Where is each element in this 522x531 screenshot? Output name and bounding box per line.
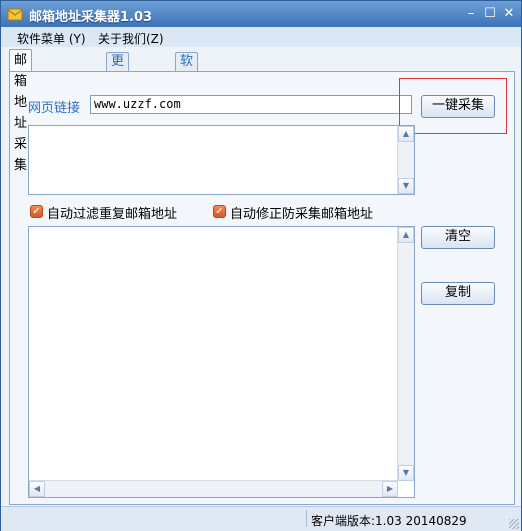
resize-grip-icon[interactable] bbox=[509, 519, 519, 529]
minimize-icon[interactable]: – bbox=[463, 6, 479, 22]
url-list-area[interactable]: ▲ ▼ bbox=[28, 125, 415, 195]
scroll-left-icon[interactable]: ◀ bbox=[29, 481, 45, 497]
window-title: 邮箱地址采集器1.03 bbox=[29, 10, 153, 25]
status-divider bbox=[306, 510, 307, 527]
menu-software[interactable]: 软件菜单 (Y) bbox=[17, 30, 86, 47]
results-vertical-scrollbar[interactable]: ▲ ▼ bbox=[397, 227, 414, 481]
title-bar[interactable]: 邮箱地址采集器1.03 – ☐ ✕ bbox=[1, 1, 521, 27]
close-icon[interactable]: ✕ bbox=[501, 6, 517, 22]
version-status: 客户端版本:1.03 20140829 bbox=[311, 514, 467, 528]
scroll-down-icon[interactable]: ▼ bbox=[398, 178, 414, 194]
url-label: 网页链接 bbox=[28, 101, 81, 116]
highlight-box bbox=[399, 78, 507, 134]
status-bar: 客户端版本:1.03 20140829 bbox=[1, 506, 521, 531]
envelope-app-icon bbox=[7, 6, 23, 21]
results-horizontal-scrollbar[interactable]: ◀ ▶ bbox=[29, 480, 398, 497]
scroll-down-icon[interactable]: ▼ bbox=[398, 465, 414, 481]
maximize-icon[interactable]: ☐ bbox=[482, 6, 498, 22]
app-window: 邮箱地址采集器1.03 – ☐ ✕ 软件菜单 (Y) 关于我们(Z) 邮箱地址采… bbox=[0, 0, 522, 531]
menu-about[interactable]: 关于我们(Z) bbox=[98, 30, 164, 47]
dedupe-label: 自动过滤重复邮箱地址 bbox=[47, 207, 178, 222]
scroll-right-icon[interactable]: ▶ bbox=[382, 481, 398, 497]
url-input[interactable]: www.uzzf.com bbox=[90, 95, 412, 114]
anti-collect-checkbox[interactable]: ✓ bbox=[213, 205, 226, 218]
scroll-up-icon[interactable]: ▲ bbox=[398, 126, 414, 142]
dedupe-checkbox[interactable]: ✓ bbox=[30, 205, 43, 218]
scroll-up-icon[interactable]: ▲ bbox=[398, 227, 414, 243]
results-area[interactable]: ▲ ▼ ◀ ▶ bbox=[28, 226, 415, 498]
tab-changelog[interactable]: 更新说明 bbox=[106, 52, 130, 123]
vertical-scrollbar[interactable]: ▲ ▼ bbox=[397, 126, 414, 194]
copy-button[interactable]: 复制 bbox=[421, 282, 495, 305]
menu-bar: 软件菜单 (Y) 关于我们(Z) bbox=[1, 27, 521, 47]
tab-software-id[interactable]: 软件识别码 bbox=[175, 52, 199, 141]
clear-button[interactable]: 清空 bbox=[421, 226, 495, 249]
tab-email-collect[interactable]: 邮箱地址采集 bbox=[9, 49, 33, 173]
anti-collect-label: 自动修正防采集邮箱地址 bbox=[230, 207, 374, 222]
